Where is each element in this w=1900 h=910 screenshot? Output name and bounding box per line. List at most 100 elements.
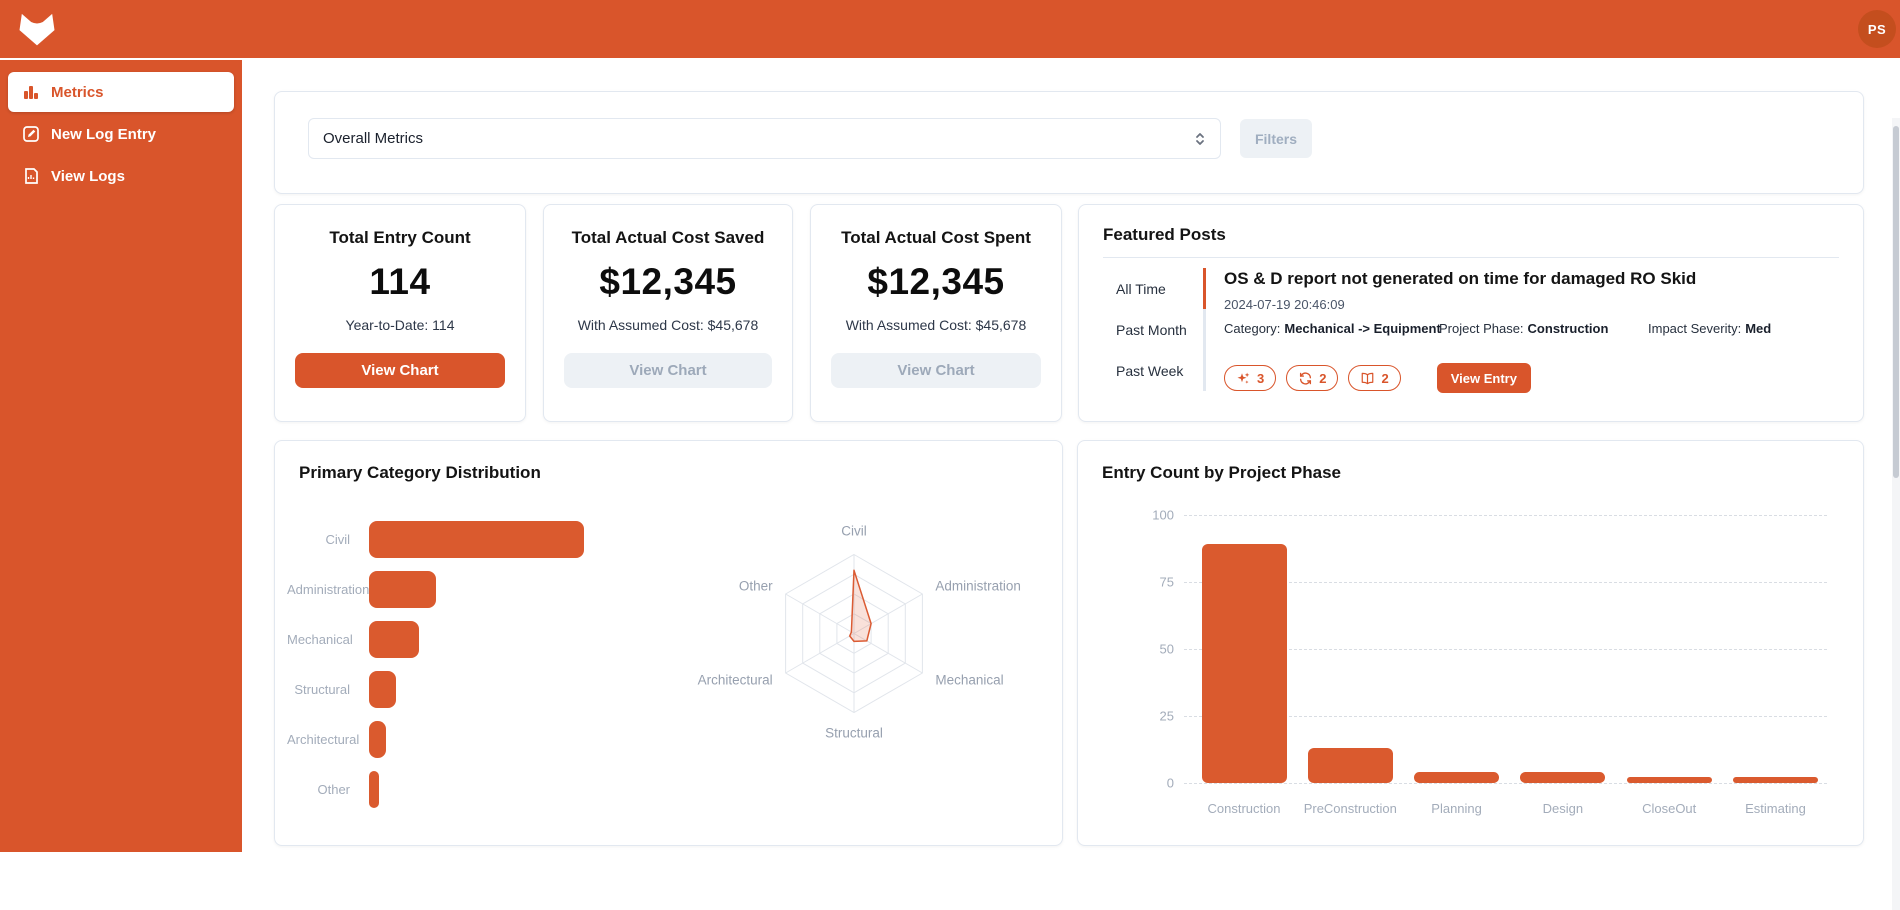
view-chart-button[interactable]: View Chart: [295, 353, 505, 388]
category-label: Administration: [287, 581, 370, 597]
category-bar: [369, 620, 419, 658]
category-value: Mechanical -> Equipment: [1284, 321, 1441, 336]
stat-card-cost-spent: Total Actual Cost Spent $12,345 With Ass…: [810, 204, 1062, 422]
featured-posts-card: Featured Posts All Time Past Month Past …: [1078, 204, 1864, 422]
phase-bar: [1307, 748, 1393, 783]
sidebar: Metrics New Log Entry View Logs: [0, 60, 242, 852]
category-bar: [369, 670, 396, 708]
radar-axis-label: Structural: [825, 726, 883, 741]
phase-bar-chart: 0 25 50 75 100 Construction PreConstruction Pla…: [1078, 441, 1865, 847]
stat-title: Total Actual Cost Saved: [571, 228, 765, 247]
document-chart-icon: [25, 168, 38, 184]
radar-data-polygon: [848, 569, 872, 643]
pencil-square-icon: [23, 126, 39, 142]
badge-count: 2: [1381, 370, 1389, 386]
y-tick-label: 75: [1159, 574, 1174, 590]
phase-bar: [1733, 777, 1818, 783]
category-bar-row: Administration: [287, 564, 667, 614]
category-bar-row: Structural: [287, 664, 667, 714]
sidebar-item-label: View Logs: [51, 167, 125, 185]
select-chevron-icon: [1196, 133, 1204, 145]
stat-subtitle: Year-to-Date: 114: [345, 317, 455, 333]
post-actions-row: 3 2 2 View Entry: [1224, 363, 1531, 393]
stat-value: 114: [369, 261, 431, 302]
y-tick-label: 25: [1159, 708, 1174, 724]
refresh-icon: [1300, 372, 1312, 384]
bar-chart-icon: [24, 86, 38, 99]
tab-past-month[interactable]: Past Month: [1103, 309, 1206, 350]
stat-value: $12,345: [599, 261, 737, 302]
stat-title: Total Actual Cost Spent: [841, 228, 1031, 247]
sparkles-count-badge[interactable]: 3: [1224, 365, 1277, 391]
view-entry-button[interactable]: View Entry: [1436, 363, 1531, 393]
tab-all-time[interactable]: All Time: [1103, 268, 1206, 309]
badge-count: 3: [1257, 370, 1265, 386]
x-tick-label: Design: [1542, 801, 1584, 816]
category-label: Architectural: [287, 731, 360, 747]
metric-select-value: Overall Metrics: [323, 130, 424, 147]
post-timestamp: 2024-07-19 20:46:09: [1224, 297, 1345, 312]
featured-posts-tabs: All Time Past Month Past Week: [1103, 268, 1206, 391]
category-bar-row: Civil: [287, 514, 667, 564]
sidebar-item-metrics[interactable]: Metrics: [8, 72, 234, 112]
category-label: Category:: [1224, 321, 1281, 336]
category-bar-chart: Civil Administration Mechanical Structural A…: [287, 514, 667, 814]
phase-bar: [1626, 777, 1712, 783]
post-title: OS & D report not generated on time for …: [1224, 269, 1697, 288]
fox-logo-icon[interactable]: [16, 9, 58, 49]
phase-label: Project Phase:: [1439, 321, 1524, 336]
filters-button[interactable]: Filters: [1240, 119, 1312, 158]
stat-card-entry-count: Total Entry Count 114 Year-to-Date: 114 …: [274, 204, 526, 422]
category-bar: [369, 770, 379, 808]
y-tick-label: 0: [1166, 775, 1174, 791]
stat-title: Total Entry Count: [329, 228, 471, 247]
category-bar-row: Mechanical: [287, 614, 667, 664]
user-avatar[interactable]: PS: [1858, 10, 1896, 48]
refresh-count-badge[interactable]: 2: [1286, 365, 1339, 391]
y-tick-label: 100: [1152, 507, 1174, 523]
severity-label: Impact Severity:: [1648, 321, 1742, 336]
category-bar: [369, 520, 584, 558]
category-label: Mechanical: [287, 631, 353, 647]
sidebar-item-view-logs[interactable]: View Logs: [8, 156, 234, 196]
category-chart-title: Primary Category Distribution: [299, 463, 541, 482]
main-content: Overall Metrics Filters Total Entry Coun…: [242, 58, 1900, 910]
stat-subtitle: With Assumed Cost: $45,678: [845, 317, 1027, 333]
radar-axis-label: Architectural: [698, 673, 773, 688]
radar-axis-label: Other: [739, 579, 773, 594]
phase-bar: [1201, 544, 1287, 783]
sidebar-item-new-log-entry[interactable]: New Log Entry: [8, 114, 234, 154]
view-chart-button[interactable]: View Chart: [831, 353, 1041, 388]
phase-bar: [1520, 772, 1606, 783]
stat-subtitle: With Assumed Cost: $45,678: [577, 317, 759, 333]
radar-axis-label: Administration: [935, 579, 1021, 594]
category-bar-row: Architectural: [287, 714, 667, 764]
project-phase-card: Entry Count by Project Phase 0 25 50 75 100 C…: [1077, 440, 1864, 846]
metric-select[interactable]: Overall Metrics: [308, 118, 1221, 159]
category-bar: [369, 570, 436, 608]
top-bar: PS: [0, 0, 1900, 58]
category-distribution-card: Primary Category Distribution Civil Admin…: [274, 440, 1063, 846]
severity-value: Med: [1745, 321, 1772, 336]
stat-card-cost-saved: Total Actual Cost Saved $12,345 With Ass…: [543, 204, 793, 422]
x-tick-label: Construction: [1207, 801, 1281, 816]
x-tick-label: CloseOut: [1642, 801, 1697, 816]
view-chart-button[interactable]: View Chart: [564, 353, 772, 388]
book-count-badge[interactable]: 2: [1348, 365, 1401, 391]
phase-bar: [1414, 772, 1500, 783]
post-project-phase: Project Phase: Construction: [1439, 321, 1608, 336]
divider: [1103, 257, 1839, 258]
sidebar-item-label: New Log Entry: [51, 125, 157, 143]
radar-axis-label: Civil: [841, 524, 867, 539]
scrollbar-thumb[interactable]: [1893, 126, 1899, 478]
x-tick-label: PreConstruction: [1303, 801, 1397, 816]
category-bar: [369, 720, 386, 758]
featured-posts-title: Featured Posts: [1103, 225, 1226, 244]
category-label: Civil: [325, 531, 350, 547]
phase-value: Construction: [1527, 321, 1609, 336]
tab-past-week[interactable]: Past Week: [1103, 350, 1206, 391]
gridline: [1184, 783, 1827, 784]
x-tick-label: Planning: [1431, 801, 1482, 816]
book-icon: [1362, 372, 1374, 384]
category-label: Structural: [294, 681, 350, 697]
